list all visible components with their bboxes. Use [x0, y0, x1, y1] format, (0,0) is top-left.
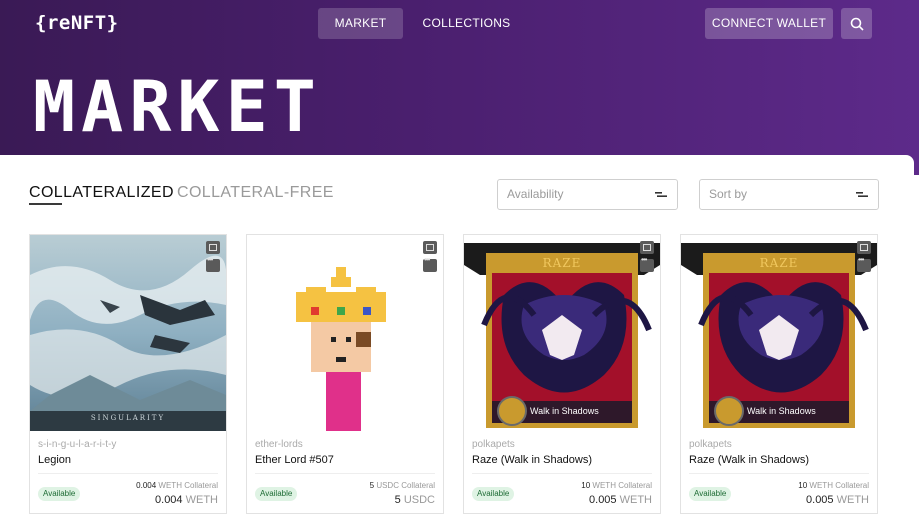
select-checkbox[interactable] [640, 241, 654, 254]
card-subtitle: Walk in Shadows [747, 406, 816, 416]
collateral-label: USDC Collateral [376, 481, 435, 490]
collection-name[interactable]: ether-lords [255, 439, 303, 450]
renft-logo[interactable]: {reNFT} [35, 12, 119, 36]
status-badge: Available [472, 487, 515, 501]
nft-name: Raze (Walk in Shadows) [472, 454, 593, 466]
sort-lines-icon [856, 192, 868, 197]
collateral-info: 5 USDC Collateral [370, 481, 435, 490]
card-divider [472, 473, 652, 474]
search-button[interactable] [841, 8, 872, 39]
nft-card[interactable]: RAZE Walk in Shadows polkapets Raze (Wal… [680, 234, 878, 514]
rent-price: 5 USDC [395, 494, 435, 506]
collateral-label: WETH Collateral [809, 481, 869, 490]
collateral-info: 0.004 WETH Collateral [136, 481, 218, 490]
collection-name[interactable]: polkapets [689, 439, 732, 450]
availability-select[interactable]: Availability [497, 179, 678, 210]
collection-name[interactable]: s-i-n-g-u-l-a-r-i-t-y [38, 439, 116, 450]
collateral-amount: 5 [369, 481, 375, 490]
collection-name[interactable]: polkapets [472, 439, 515, 450]
artwork-caption: SINGULARITY [90, 414, 166, 422]
nft-image[interactable] [247, 235, 443, 431]
select-checkbox[interactable] [857, 241, 871, 254]
price-unit: USDC [403, 494, 435, 506]
tab-collateral-free[interactable]: COLLATERAL-FREE [177, 184, 334, 202]
price-amount: 0.005 [806, 494, 834, 506]
nft-card[interactable]: SINGULARITY s-i-n-g-u-l-a-r-i-t-y Legion… [29, 234, 227, 514]
pixel-lord-artwork [247, 235, 443, 431]
nft-name: Legion [38, 454, 72, 466]
price-unit: WETH [836, 494, 869, 506]
nft-name: Raze (Walk in Shadows) [689, 454, 810, 466]
connect-wallet-button[interactable]: CONNECT WALLET [705, 8, 833, 39]
select-checkbox[interactable] [206, 241, 220, 254]
card-title: RAZE [759, 256, 799, 270]
availability-placeholder: Availability [507, 187, 564, 201]
collateral-label: WETH Collateral [592, 481, 652, 490]
nft-card[interactable]: ether-lords Ether Lord #507 Available 5 … [246, 234, 444, 514]
collateral-amount: 0.004 [136, 481, 157, 490]
nft-image[interactable]: RAZE Walk in Shadows [681, 235, 877, 431]
more-options-button[interactable] [857, 255, 871, 272]
hero-banner: {reNFT} MARKET COLLECTIONS CONNECT WALLE… [0, 0, 919, 175]
card-divider [689, 473, 869, 474]
collateral-amount: 10 [798, 481, 808, 490]
rent-price: 0.005 WETH [806, 494, 869, 506]
nav-market-button[interactable]: MARKET [318, 8, 403, 39]
card-title: RAZE [542, 256, 582, 270]
more-options-button[interactable] [640, 255, 654, 272]
filter-lines-icon [655, 192, 667, 197]
status-badge: Available [689, 487, 732, 501]
card-divider [38, 473, 218, 474]
price-amount: 0.005 [589, 494, 617, 506]
status-badge: Available [38, 487, 81, 501]
active-tab-underline [29, 203, 62, 205]
card-subtitle: Walk in Shadows [530, 406, 599, 416]
card-divider [255, 473, 435, 474]
search-icon [850, 17, 864, 31]
collateral-info: 10 WETH Collateral [581, 481, 652, 490]
more-options-button[interactable] [423, 255, 437, 272]
price-amount: 5 [394, 494, 401, 506]
collateral-amount: 10 [581, 481, 591, 490]
sort-select[interactable]: Sort by [699, 179, 879, 210]
rent-price: 0.004 WETH [155, 494, 218, 506]
nft-image[interactable]: SINGULARITY [30, 235, 226, 431]
nft-card[interactable]: RAZE Walk in Shadows polkapets Raze (Wal… [463, 234, 661, 514]
select-checkbox[interactable] [423, 241, 437, 254]
more-options-button[interactable] [206, 255, 220, 272]
nav-collections-button[interactable]: COLLECTIONS [420, 8, 513, 39]
tab-collateralized[interactable]: COLLATERALIZED [29, 184, 174, 202]
page-title: MARKET [33, 66, 322, 148]
rent-price: 0.005 WETH [589, 494, 652, 506]
price-unit: WETH [185, 494, 218, 506]
price-amount: 0.004 [155, 494, 183, 506]
landscape-artwork [30, 235, 226, 431]
collateral-info: 10 WETH Collateral [798, 481, 869, 490]
nft-name: Ether Lord #507 [255, 454, 334, 466]
price-unit: WETH [619, 494, 652, 506]
nft-image[interactable]: RAZE Walk in Shadows [464, 235, 660, 431]
sort-placeholder: Sort by [709, 187, 748, 201]
status-badge: Available [255, 487, 298, 501]
collateral-label: WETH Collateral [158, 481, 218, 490]
